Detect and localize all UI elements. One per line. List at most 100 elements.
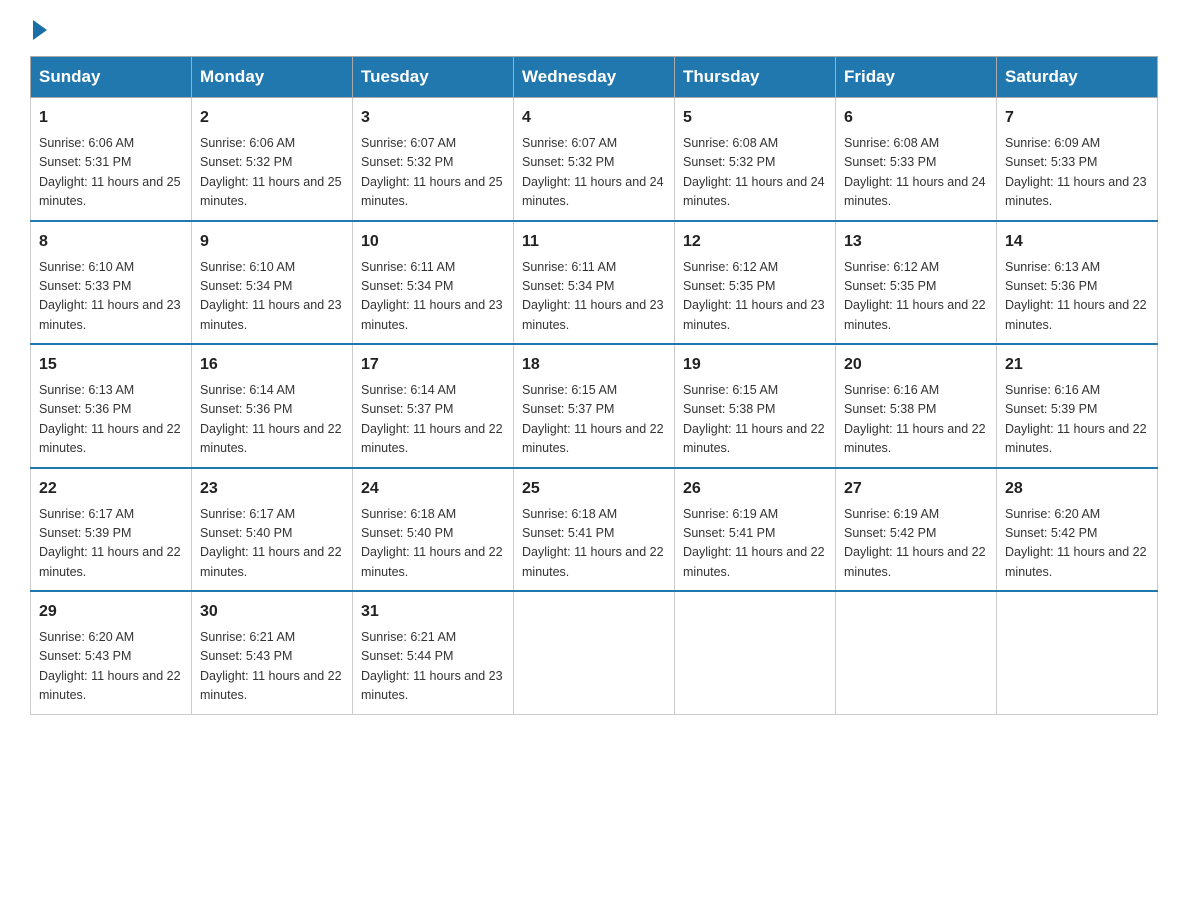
- day-info: Sunrise: 6:21 AMSunset: 5:43 PMDaylight:…: [200, 628, 344, 706]
- day-number: 29: [39, 600, 183, 624]
- header-sunday: Sunday: [31, 57, 192, 98]
- day-number: 4: [522, 106, 666, 130]
- day-cell: 24 Sunrise: 6:18 AMSunset: 5:40 PMDayligh…: [353, 468, 514, 592]
- day-cell: 25 Sunrise: 6:18 AMSunset: 5:41 PMDayligh…: [514, 468, 675, 592]
- day-cell: 21 Sunrise: 6:16 AMSunset: 5:39 PMDayligh…: [997, 344, 1158, 468]
- day-number: 10: [361, 230, 505, 254]
- day-cell: 8 Sunrise: 6:10 AMSunset: 5:33 PMDaylight…: [31, 221, 192, 345]
- day-number: 26: [683, 477, 827, 501]
- day-number: 11: [522, 230, 666, 254]
- day-cell: 1 Sunrise: 6:06 AMSunset: 5:31 PMDaylight…: [31, 98, 192, 221]
- day-number: 3: [361, 106, 505, 130]
- day-info: Sunrise: 6:18 AMSunset: 5:40 PMDaylight:…: [361, 505, 505, 583]
- day-info: Sunrise: 6:16 AMSunset: 5:38 PMDaylight:…: [844, 381, 988, 459]
- week-row-5: 29Sunrise: 6:20 AMSunset: 5:43 PMDayligh…: [31, 591, 1158, 714]
- day-info: Sunrise: 6:16 AMSunset: 5:39 PMDaylight:…: [1005, 381, 1149, 459]
- day-number: 7: [1005, 106, 1149, 130]
- day-cell: 28Sunrise: 6:20 AMSunset: 5:42 PMDayligh…: [997, 468, 1158, 592]
- day-cell: 18 Sunrise: 6:15 AMSunset: 5:37 PMDayligh…: [514, 344, 675, 468]
- day-number: 8: [39, 230, 183, 254]
- day-number: 23: [200, 477, 344, 501]
- day-info: Sunrise: 6:13 AMSunset: 5:36 PMDaylight:…: [1005, 258, 1149, 336]
- day-info: Sunrise: 6:06 AMSunset: 5:31 PMDaylight:…: [39, 134, 183, 212]
- page-header: [30, 20, 1158, 36]
- day-number: 9: [200, 230, 344, 254]
- day-cell: 31Sunrise: 6:21 AMSunset: 5:44 PMDayligh…: [353, 591, 514, 714]
- day-number: 13: [844, 230, 988, 254]
- day-cell: 13Sunrise: 6:12 AMSunset: 5:35 PMDayligh…: [836, 221, 997, 345]
- day-info: Sunrise: 6:15 AMSunset: 5:38 PMDaylight:…: [683, 381, 827, 459]
- day-number: 24: [361, 477, 505, 501]
- day-cell: 14 Sunrise: 6:13 AMSunset: 5:36 PMDayligh…: [997, 221, 1158, 345]
- day-cell: 6 Sunrise: 6:08 AMSunset: 5:33 PMDaylight…: [836, 98, 997, 221]
- day-info: Sunrise: 6:08 AMSunset: 5:33 PMDaylight:…: [844, 134, 988, 212]
- day-info: Sunrise: 6:19 AMSunset: 5:42 PMDaylight:…: [844, 505, 988, 583]
- day-info: Sunrise: 6:13 AMSunset: 5:36 PMDaylight:…: [39, 381, 183, 459]
- day-cell: 23 Sunrise: 6:17 AMSunset: 5:40 PMDayligh…: [192, 468, 353, 592]
- day-cell: [836, 591, 997, 714]
- day-info: Sunrise: 6:09 AMSunset: 5:33 PMDaylight:…: [1005, 134, 1149, 212]
- day-info: Sunrise: 6:20 AMSunset: 5:42 PMDaylight:…: [1005, 505, 1149, 583]
- header-saturday: Saturday: [997, 57, 1158, 98]
- day-number: 14: [1005, 230, 1149, 254]
- day-info: Sunrise: 6:19 AMSunset: 5:41 PMDaylight:…: [683, 505, 827, 583]
- day-number: 19: [683, 353, 827, 377]
- day-info: Sunrise: 6:14 AMSunset: 5:36 PMDaylight:…: [200, 381, 344, 459]
- day-info: Sunrise: 6:10 AMSunset: 5:34 PMDaylight:…: [200, 258, 344, 336]
- day-number: 6: [844, 106, 988, 130]
- week-row-2: 8 Sunrise: 6:10 AMSunset: 5:33 PMDaylight…: [31, 221, 1158, 345]
- day-number: 31: [361, 600, 505, 624]
- day-cell: 22 Sunrise: 6:17 AMSunset: 5:39 PMDayligh…: [31, 468, 192, 592]
- day-number: 18: [522, 353, 666, 377]
- logo-arrow-icon: [33, 20, 47, 40]
- day-cell: 9 Sunrise: 6:10 AMSunset: 5:34 PMDaylight…: [192, 221, 353, 345]
- day-info: Sunrise: 6:12 AMSunset: 5:35 PMDaylight:…: [683, 258, 827, 336]
- header-row: SundayMondayTuesdayWednesdayThursdayFrid…: [31, 57, 1158, 98]
- week-row-1: 1 Sunrise: 6:06 AMSunset: 5:31 PMDaylight…: [31, 98, 1158, 221]
- day-number: 16: [200, 353, 344, 377]
- day-cell: 16 Sunrise: 6:14 AMSunset: 5:36 PMDayligh…: [192, 344, 353, 468]
- day-info: Sunrise: 6:10 AMSunset: 5:33 PMDaylight:…: [39, 258, 183, 336]
- day-cell: 19 Sunrise: 6:15 AMSunset: 5:38 PMDayligh…: [675, 344, 836, 468]
- day-number: 30: [200, 600, 344, 624]
- day-number: 22: [39, 477, 183, 501]
- day-info: Sunrise: 6:11 AMSunset: 5:34 PMDaylight:…: [361, 258, 505, 336]
- day-number: 21: [1005, 353, 1149, 377]
- day-cell: 7 Sunrise: 6:09 AMSunset: 5:33 PMDaylight…: [997, 98, 1158, 221]
- day-number: 25: [522, 477, 666, 501]
- day-number: 2: [200, 106, 344, 130]
- day-info: Sunrise: 6:14 AMSunset: 5:37 PMDaylight:…: [361, 381, 505, 459]
- day-info: Sunrise: 6:17 AMSunset: 5:39 PMDaylight:…: [39, 505, 183, 583]
- day-cell: 26 Sunrise: 6:19 AMSunset: 5:41 PMDayligh…: [675, 468, 836, 592]
- day-number: 12: [683, 230, 827, 254]
- day-cell: 4 Sunrise: 6:07 AMSunset: 5:32 PMDaylight…: [514, 98, 675, 221]
- day-cell: 15 Sunrise: 6:13 AMSunset: 5:36 PMDayligh…: [31, 344, 192, 468]
- day-number: 5: [683, 106, 827, 130]
- day-cell: 5 Sunrise: 6:08 AMSunset: 5:32 PMDaylight…: [675, 98, 836, 221]
- day-number: 17: [361, 353, 505, 377]
- day-cell: 30 Sunrise: 6:21 AMSunset: 5:43 PMDayligh…: [192, 591, 353, 714]
- day-cell: 2Sunrise: 6:06 AMSunset: 5:32 PMDaylight…: [192, 98, 353, 221]
- day-cell: 20 Sunrise: 6:16 AMSunset: 5:38 PMDayligh…: [836, 344, 997, 468]
- day-number: 1: [39, 106, 183, 130]
- week-row-3: 15 Sunrise: 6:13 AMSunset: 5:36 PMDayligh…: [31, 344, 1158, 468]
- day-info: Sunrise: 6:17 AMSunset: 5:40 PMDaylight:…: [200, 505, 344, 583]
- day-info: Sunrise: 6:07 AMSunset: 5:32 PMDaylight:…: [522, 134, 666, 212]
- header-friday: Friday: [836, 57, 997, 98]
- week-row-4: 22 Sunrise: 6:17 AMSunset: 5:39 PMDayligh…: [31, 468, 1158, 592]
- logo: [30, 20, 47, 36]
- day-info: Sunrise: 6:07 AMSunset: 5:32 PMDaylight:…: [361, 134, 505, 212]
- header-thursday: Thursday: [675, 57, 836, 98]
- day-number: 27: [844, 477, 988, 501]
- day-info: Sunrise: 6:15 AMSunset: 5:37 PMDaylight:…: [522, 381, 666, 459]
- day-cell: 10 Sunrise: 6:11 AMSunset: 5:34 PMDayligh…: [353, 221, 514, 345]
- day-cell: [675, 591, 836, 714]
- day-info: Sunrise: 6:08 AMSunset: 5:32 PMDaylight:…: [683, 134, 827, 212]
- day-cell: 17 Sunrise: 6:14 AMSunset: 5:37 PMDayligh…: [353, 344, 514, 468]
- header-tuesday: Tuesday: [353, 57, 514, 98]
- day-info: Sunrise: 6:18 AMSunset: 5:41 PMDaylight:…: [522, 505, 666, 583]
- calendar-table: SundayMondayTuesdayWednesdayThursdayFrid…: [30, 56, 1158, 715]
- day-number: 15: [39, 353, 183, 377]
- day-number: 20: [844, 353, 988, 377]
- day-cell: [514, 591, 675, 714]
